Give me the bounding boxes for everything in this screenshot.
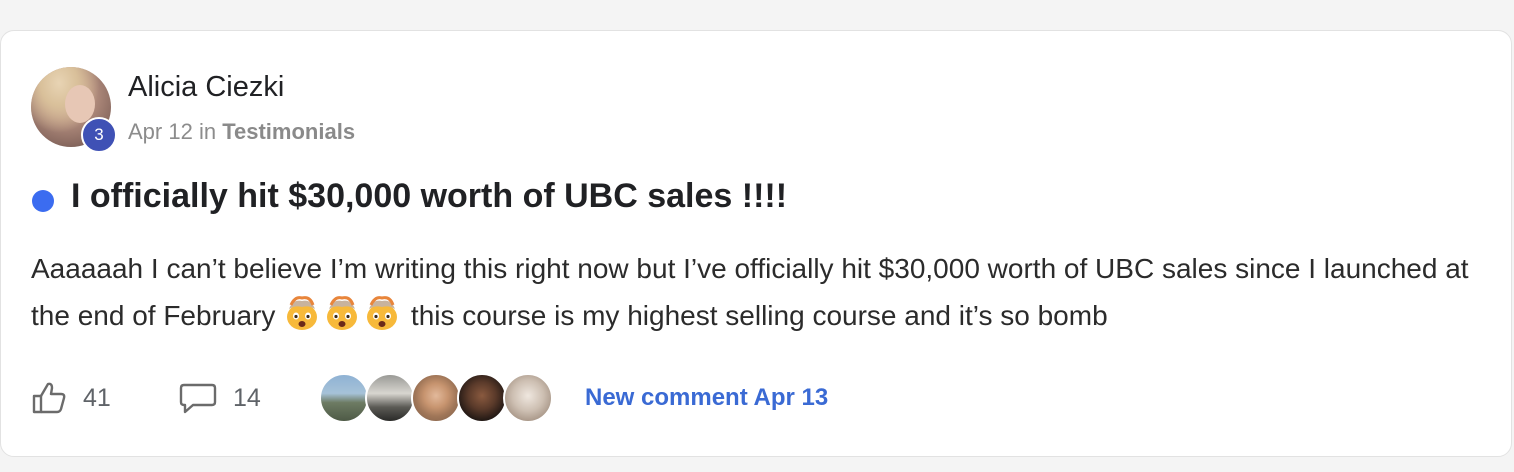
post-footer: 41 14 New comment Apr 13 <box>31 373 828 423</box>
commenter-avatar <box>457 373 507 423</box>
in-label: in <box>198 119 217 144</box>
exploding-head-emoji-icon <box>363 295 401 331</box>
commenter-avatar <box>411 373 461 423</box>
post-date: Apr 12 <box>128 119 193 144</box>
exploding-head-emoji-icon <box>323 295 361 331</box>
unread-dot-icon <box>32 190 54 212</box>
commenter-avatar <box>365 373 415 423</box>
like-button[interactable]: 41 <box>31 381 179 415</box>
level-badge: 3 <box>81 117 117 153</box>
like-count: 41 <box>83 383 111 412</box>
post-title[interactable]: I officially hit $30,000 worth of UBC sa… <box>71 177 787 216</box>
author-name[interactable]: Alicia Ciezki <box>128 71 284 104</box>
comment-button[interactable]: 14 <box>179 381 315 415</box>
thumbs-up-icon <box>31 381 67 415</box>
post-body-text-continued: this course is my highest selling course… <box>403 300 1108 331</box>
post-meta: Apr 12 in Testimonials <box>128 119 355 145</box>
new-comment-link[interactable]: New comment Apr 13 <box>585 384 828 412</box>
commenter-avatar <box>503 373 553 423</box>
category-link[interactable]: Testimonials <box>222 119 355 144</box>
commenter-avatars[interactable] <box>319 373 553 423</box>
exploding-head-emoji-icon <box>283 295 321 331</box>
post-card[interactable]: 3 Alicia Ciezki Apr 12 in Testimonials I… <box>0 30 1512 457</box>
avatar-face <box>65 85 95 123</box>
post-body[interactable]: Aaaaaah I can’t believe I’m writing this… <box>31 245 1491 339</box>
commenter-avatar <box>319 373 369 423</box>
comment-count: 14 <box>233 383 261 412</box>
comment-bubble-icon <box>179 381 217 415</box>
